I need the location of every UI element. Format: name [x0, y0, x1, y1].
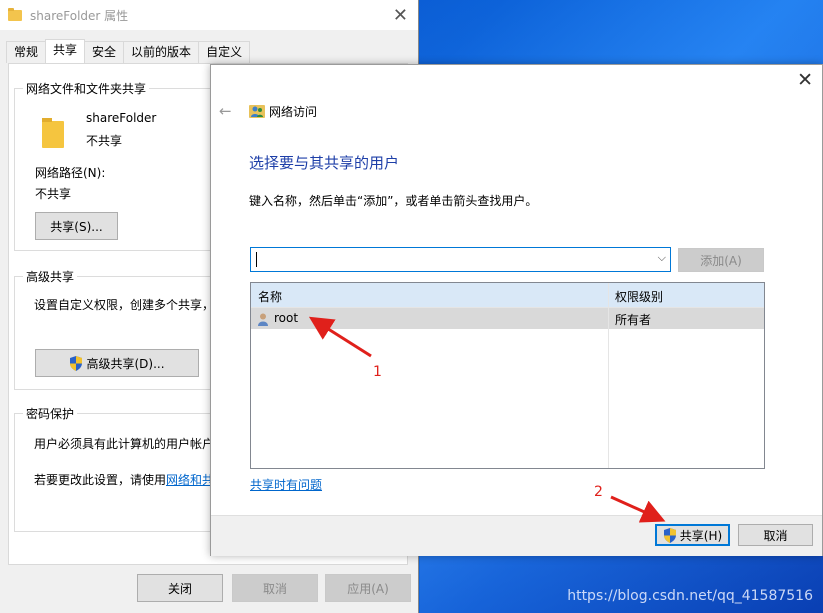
properties-title-bar: shareFolder 属性 ✕: [0, 0, 418, 30]
network-access-dialog: ✕ ← 网络访问 选择要与其共享的用户 键入名称，然后单击“添加”，或者单击箭头…: [210, 64, 823, 556]
advanced-sharing-button[interactable]: 高级共享(D)...: [35, 349, 199, 377]
network-path-value: 不共享: [35, 187, 72, 201]
row-user-name: root: [274, 311, 299, 325]
tab-customize[interactable]: 自定义: [198, 41, 251, 63]
back-arrow-icon[interactable]: ←: [219, 102, 232, 120]
annotation-marker-2: 2: [594, 484, 603, 500]
dialog-instruction: 键入名称，然后单击“添加”，或者单击箭头查找用户。: [249, 194, 538, 208]
user-name-combobox[interactable]: ⌵: [250, 247, 671, 272]
tab-security[interactable]: 安全: [84, 41, 125, 63]
network-path-label: 网络路径(N):: [35, 166, 106, 180]
password-line1: 用户必须具有此计算机的用户帐户: [34, 437, 215, 451]
watermark: https://blog.csdn.net/qq_41587516: [567, 588, 813, 604]
advanced-sharing-label: 高级共享(D)...: [86, 356, 165, 371]
dialog-heading: 选择要与其共享的用户: [249, 154, 400, 172]
cancel-button[interactable]: 取消: [232, 574, 318, 602]
tab-previous-versions[interactable]: 以前的版本: [123, 41, 200, 63]
advanced-description: 设置自定义权限，创建多个共享，: [34, 298, 215, 312]
shield-icon: [663, 527, 676, 543]
folder-icon: [8, 7, 22, 21]
share-status: 不共享: [86, 134, 123, 148]
list-header: [251, 283, 764, 308]
dialog-footer: [211, 515, 822, 556]
network-users-icon: [249, 105, 265, 118]
column-divider: [608, 283, 609, 468]
group-legend: 高级共享: [23, 268, 78, 285]
close-button[interactable]: 关闭: [137, 574, 223, 602]
column-header-name[interactable]: 名称: [258, 288, 282, 305]
add-button[interactable]: 添加(A): [678, 248, 764, 272]
share-button[interactable]: 共享(S)...: [35, 212, 118, 240]
shield-icon: [70, 355, 83, 371]
dialog-title: 网络访问: [269, 105, 318, 119]
window-title: shareFolder 属性: [30, 8, 129, 23]
apply-button[interactable]: 应用(A): [325, 574, 411, 602]
network-sharing-center-link[interactable]: 网络和共: [166, 473, 214, 487]
tab-general[interactable]: 常规: [6, 41, 47, 63]
folder-icon: [42, 118, 64, 148]
column-header-permission[interactable]: 权限级别: [615, 288, 663, 305]
row-permission[interactable]: 所有者: [615, 311, 651, 328]
share-confirm-label: 共享(H): [679, 528, 723, 543]
close-icon[interactable]: ✕: [393, 5, 408, 26]
chevron-down-icon[interactable]: ⌵: [658, 251, 666, 265]
dialog-cancel-button[interactable]: 取消: [738, 524, 813, 546]
user-icon: [258, 313, 268, 326]
share-confirm-button[interactable]: 共享(H): [655, 524, 730, 546]
list-item[interactable]: [251, 308, 764, 329]
tab-sharing[interactable]: 共享: [45, 39, 86, 63]
close-icon[interactable]: ✕: [797, 69, 813, 91]
sharing-help-link[interactable]: 共享时有问题: [250, 476, 322, 493]
password-line2: 若要更改此设置，请使用网络和共: [34, 471, 214, 488]
annotation-marker-1: 1: [373, 364, 382, 380]
group-legend: 密码保护: [23, 405, 78, 422]
text-caret: [256, 252, 257, 267]
folder-name: shareFolder: [86, 111, 157, 125]
group-legend: 网络文件和文件夹共享: [23, 80, 150, 97]
tab-strip: 常规 共享 安全 以前的版本 自定义: [6, 39, 251, 63]
user-list: 名称 权限级别 root 所有者: [250, 282, 765, 469]
password-line2-prefix: 若要更改此设置，请使用: [34, 473, 167, 487]
